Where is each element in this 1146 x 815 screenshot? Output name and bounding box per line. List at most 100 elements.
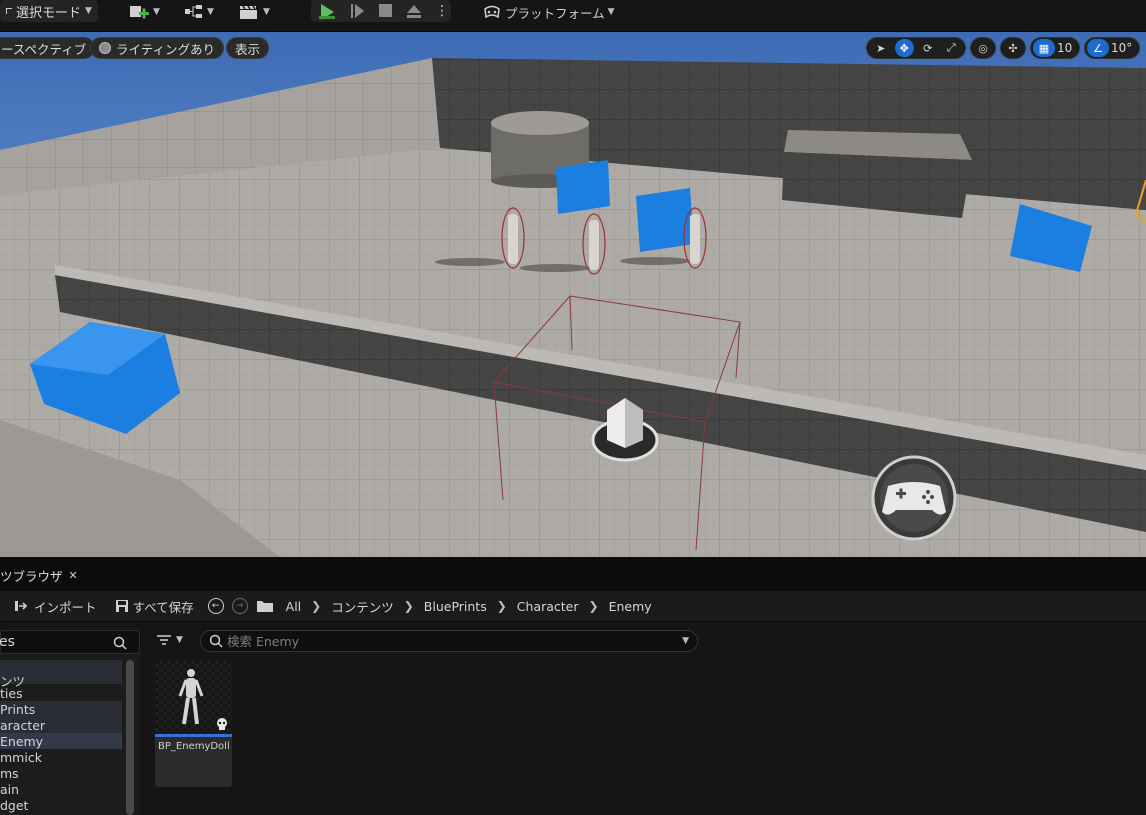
chevron-down-icon: ▼	[176, 635, 183, 645]
angle-icon[interactable]: ∠	[1087, 39, 1109, 57]
show-label: 表示	[235, 41, 261, 57]
content-browser-tabbar	[0, 557, 1146, 591]
scene-render[interactable]	[0, 32, 1146, 557]
tree-item[interactable]: dget	[0, 797, 122, 813]
scale-icon[interactable]: ⤢	[942, 39, 962, 57]
gamepad-icon[interactable]	[871, 455, 957, 541]
import-button[interactable]: インポート	[14, 597, 97, 616]
asset-type-bar	[155, 734, 232, 737]
asset-thumbnail	[155, 660, 232, 734]
chevron-down-icon: ▼	[263, 7, 270, 17]
level-viewport[interactable]: ースペクティブ ライティングあり 表示 ➤ ✥ ⟳ ⤢ ◎ ✣ ▦ 10 ∠ 1…	[0, 32, 1146, 557]
platform-label: プラットフォーム	[505, 5, 605, 21]
tree-item[interactable]: ms	[0, 765, 122, 781]
grid-snap-control[interactable]: ▦ 10	[1030, 37, 1080, 59]
rotate-icon[interactable]: ⟳	[918, 39, 938, 57]
show-button[interactable]: 表示	[226, 37, 270, 59]
chevron-down-icon: ▼	[207, 7, 214, 17]
chevron-down-icon: ▼	[153, 7, 160, 17]
breadcrumb-all[interactable]: All	[286, 599, 302, 614]
play-icon[interactable]	[317, 2, 337, 20]
import-label: インポート	[34, 599, 97, 615]
content-browser-tab-label: ツブラウザ	[0, 568, 63, 584]
select-mode-icon	[6, 8, 12, 14]
filter-button[interactable]: ▼	[156, 633, 183, 647]
search-icon	[113, 636, 127, 650]
breadcrumb-content[interactable]: コンテンツ	[331, 597, 394, 616]
surface-snap-toggle[interactable]: ✣	[1000, 37, 1026, 59]
blueprint-button[interactable]: ▼	[184, 2, 214, 22]
chevron-right-icon: ❯	[588, 599, 599, 613]
tree-item[interactable]: ain	[0, 781, 122, 797]
add-actor-button[interactable]: ▼	[128, 2, 160, 22]
mode-selector[interactable]: 選択モード ▼	[0, 0, 98, 22]
save-all-button[interactable]: すべて保存	[115, 597, 194, 616]
chevron-down-icon: ▼	[85, 6, 92, 16]
asset-tile[interactable]: BP_EnemyDoll	[155, 660, 232, 787]
folder-icon	[256, 601, 273, 612]
rotation-snap-control[interactable]: ∠ 10°	[1084, 37, 1140, 59]
tree-item[interactable]: Prints	[0, 701, 122, 717]
breadcrumb-enemy[interactable]: Enemy	[609, 599, 652, 614]
grid-snap-value[interactable]: 10	[1057, 41, 1072, 55]
chevron-down-icon: ▼	[607, 7, 615, 17]
translate-icon[interactable]: ✥	[894, 39, 914, 57]
clapperboard-icon	[240, 5, 257, 19]
world-local-toggle[interactable]: ◎	[970, 37, 996, 59]
sources-scrollbar[interactable]	[126, 660, 134, 815]
close-tab-icon[interactable]: ✕	[69, 569, 78, 582]
lighting-button[interactable]: ライティングあり	[90, 37, 225, 59]
rotation-snap-value[interactable]: 10°	[1111, 41, 1132, 55]
search-icon	[209, 634, 223, 648]
content-browser-toolbar: インポート すべて保存 ← → All ❯ コンテンツ ❯ BluePrints…	[0, 591, 1146, 621]
perspective-label: ースペクティブ	[1, 41, 87, 57]
asset-filter-bar: ▼ ▼	[152, 630, 698, 654]
more-options-icon[interactable]: ⋮	[435, 4, 449, 18]
tree-item[interactable]: aracter	[0, 717, 122, 733]
scroll-thumb[interactable]	[126, 660, 134, 815]
asset-name: BP_EnemyDoll	[158, 741, 230, 752]
chevron-right-icon: ❯	[496, 599, 507, 613]
filter-icon	[157, 635, 171, 645]
surface-snap-icon: ✣	[1008, 41, 1018, 55]
mode-label: 選択モード	[16, 5, 82, 21]
sources-search[interactable]: es	[0, 630, 140, 654]
blueprint-icon	[185, 5, 202, 18]
eject-icon[interactable]	[405, 2, 423, 20]
cinematics-button[interactable]: ▼	[238, 2, 270, 22]
chevron-right-icon: ❯	[311, 599, 322, 613]
platform-menu[interactable]: プラットフォーム ▼	[482, 2, 615, 22]
platform-icon	[484, 5, 500, 19]
stop-icon[interactable]	[377, 2, 393, 20]
breadcrumb-character[interactable]: Character	[517, 599, 579, 614]
chevron-right-icon: ❯	[403, 599, 414, 613]
perspective-button[interactable]: ースペクティブ	[0, 37, 96, 59]
tree-item-selected[interactable]: Enemy	[0, 733, 122, 749]
globe-icon: ◎	[978, 41, 988, 55]
play-controls: ⋮	[311, 0, 451, 22]
lighting-label: ライティングあり	[116, 41, 216, 57]
content-browser-tab[interactable]: ツブラウザ ✕	[0, 562, 84, 588]
main-toolbar: 選択モード ▼ ▼ ▼ ▼ ⋮ プラットフォーム ▼	[0, 0, 1146, 32]
back-arrow-icon[interactable]: ←	[207, 598, 224, 614]
add-actor-icon	[130, 6, 149, 19]
tree-item[interactable]: ties	[0, 685, 122, 701]
tree-item[interactable]: mmick	[0, 749, 122, 765]
asset-search-input[interactable]	[227, 633, 667, 649]
grid-icon[interactable]: ▦	[1033, 39, 1055, 57]
content-browser-body: es ンツ ties Prints aracter Enemy mmick ms…	[0, 623, 1146, 815]
transform-tools: ➤ ✥ ⟳ ⤢	[866, 37, 966, 59]
sources-search-label: es	[0, 634, 15, 650]
breadcrumb-blueprints[interactable]: BluePrints	[424, 599, 487, 614]
tree-item[interactable]: ンツ	[0, 660, 122, 689]
sources-panel: es ンツ ties Prints aracter Enemy mmick ms…	[0, 630, 140, 815]
lighting-icon	[99, 42, 111, 54]
select-cursor-icon[interactable]: ➤	[871, 39, 891, 57]
save-icon	[115, 600, 128, 612]
chevron-down-icon[interactable]: ▼	[682, 636, 689, 646]
step-frame-icon[interactable]	[349, 2, 365, 20]
forward-arrow-icon[interactable]: →	[231, 598, 248, 614]
asset-search-box[interactable]: ▼	[200, 630, 698, 652]
skull-icon	[217, 718, 227, 730]
import-icon	[15, 601, 28, 611]
